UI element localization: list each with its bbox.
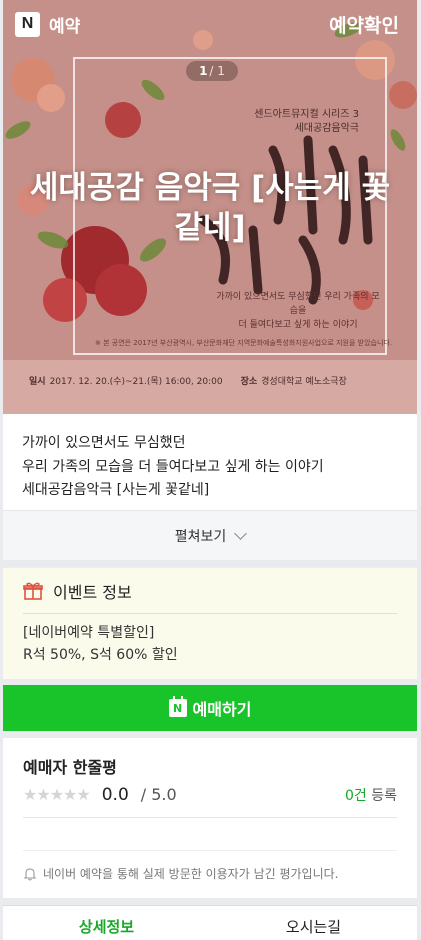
event-heading: 이벤트 정보 bbox=[53, 582, 132, 602]
review-heading: 예매자 한줄평 bbox=[23, 758, 117, 777]
poster-series-line2: 세대공감음악극 bbox=[294, 123, 359, 134]
event-line: [네이버예약 특별할인] bbox=[23, 625, 155, 641]
description: 가까이 있으면서도 무심했던 우리 가족의 모습을 더 들여다보고 싶게 하는 … bbox=[3, 414, 417, 510]
rating-row: ★★★★★ 0.0 / 5.0 0건 등록 bbox=[23, 782, 397, 818]
poster-subtitle: 가까이 있으면서도 무심했던 우리 가족의 모습을 더 들여다보고 싶게 하는 … bbox=[213, 290, 383, 332]
review-notice: 네이버 예약을 통해 실제 방문한 이용자가 남긴 평가입니다. bbox=[23, 850, 397, 882]
hero-poster: N 예약 예약확인 1 / 1 센드아트뮤지컬 시리즈 3 세대공감음악극 세대… bbox=[3, 0, 417, 414]
bell-icon bbox=[23, 867, 37, 881]
chevron-down-icon bbox=[234, 526, 248, 540]
review-section: 예매자 한줄평 ★★★★★ 0.0 / 5.0 0건 등록 네이버 예약을 통해… bbox=[3, 738, 417, 898]
event-header: 이벤트 정보 bbox=[23, 568, 397, 614]
poster-series-line1: 센드아트뮤지컬 시리즈 3 bbox=[254, 109, 359, 120]
description-line: 가까이 있으면서도 무심했던 bbox=[22, 435, 186, 451]
gift-icon bbox=[23, 582, 43, 600]
book-label: 예매하기 bbox=[192, 700, 252, 719]
poster-info: 일시 2017. 12. 20.(수)~21.(목) 16:00, 20:00 장… bbox=[29, 374, 399, 387]
review-count-suffix: 등록 bbox=[371, 787, 397, 804]
book-button[interactable]: N 예매하기 bbox=[3, 685, 417, 731]
expand-button[interactable]: 펼쳐보기 bbox=[3, 510, 417, 560]
event-line: R석 50%, S석 60% 할인 bbox=[23, 647, 178, 663]
carousel-counter: 1 / 1 bbox=[186, 61, 238, 81]
carousel-total: / 1 bbox=[209, 64, 225, 78]
calendar-icon: N bbox=[168, 696, 187, 717]
rating-score: 0.0 bbox=[101, 784, 129, 805]
review-notice-text: 네이버 예약을 통해 실제 방문한 이용자가 남긴 평가입니다. bbox=[43, 867, 339, 881]
page-title: 세대공감 음악극 [사는게 꽃같네] bbox=[29, 170, 391, 246]
poster-subtitle-line1: 가까이 있으면서도 무심했던 우리 가족의 모습을 bbox=[216, 292, 380, 316]
tab-directions[interactable]: 오시는길 bbox=[210, 906, 417, 940]
review-count[interactable]: 0건 등록 bbox=[345, 785, 397, 805]
expand-label: 펼쳐보기 bbox=[174, 528, 227, 545]
poster-date-label: 일시 bbox=[29, 377, 46, 387]
event-info-section: 이벤트 정보 [네이버예약 특별할인] R석 50%, S석 60% 할인 bbox=[3, 567, 417, 679]
service-label[interactable]: 예약 bbox=[49, 12, 80, 37]
poster-venue-label: 장소 bbox=[240, 377, 258, 387]
carousel-current: 1 bbox=[199, 64, 208, 78]
poster-note: ※ 본 공연은 2017년 부산광역시, 부산문화재단 지역문화예술특성화지원사… bbox=[95, 339, 393, 347]
rating-stars: ★★★★★ bbox=[23, 785, 91, 804]
reservation-confirm-link[interactable]: 예약확인 bbox=[329, 11, 399, 38]
poster-series: 센드아트뮤지컬 시리즈 3 세대공감음악극 bbox=[254, 108, 359, 136]
description-line: 세대공감음악극 [사는게 꽃같네] bbox=[22, 482, 210, 498]
poster-subtitle-line2: 더 들여다보고 싶게 하는 이야기 bbox=[238, 320, 358, 330]
naver-logo[interactable]: N bbox=[15, 11, 40, 37]
event-body: [네이버예약 특별할인] R석 50%, S석 60% 할인 bbox=[23, 614, 397, 666]
bottom-tabs: 상세정보 오시는길 bbox=[3, 905, 417, 940]
rating-max: / 5.0 bbox=[140, 785, 177, 804]
tab-details[interactable]: 상세정보 bbox=[3, 906, 210, 940]
top-bar: N 예약 예약확인 bbox=[3, 0, 417, 48]
description-line: 우리 가족의 모습을 더 들여다보고 싶게 하는 이야기 bbox=[22, 458, 324, 475]
poster-venue-value: 경성대학교 예노소극장 bbox=[261, 377, 347, 387]
poster-date-value: 2017. 12. 20.(수)~21.(목) 16:00, 20:00 bbox=[49, 377, 223, 387]
review-count-number: 0건 bbox=[344, 787, 367, 804]
